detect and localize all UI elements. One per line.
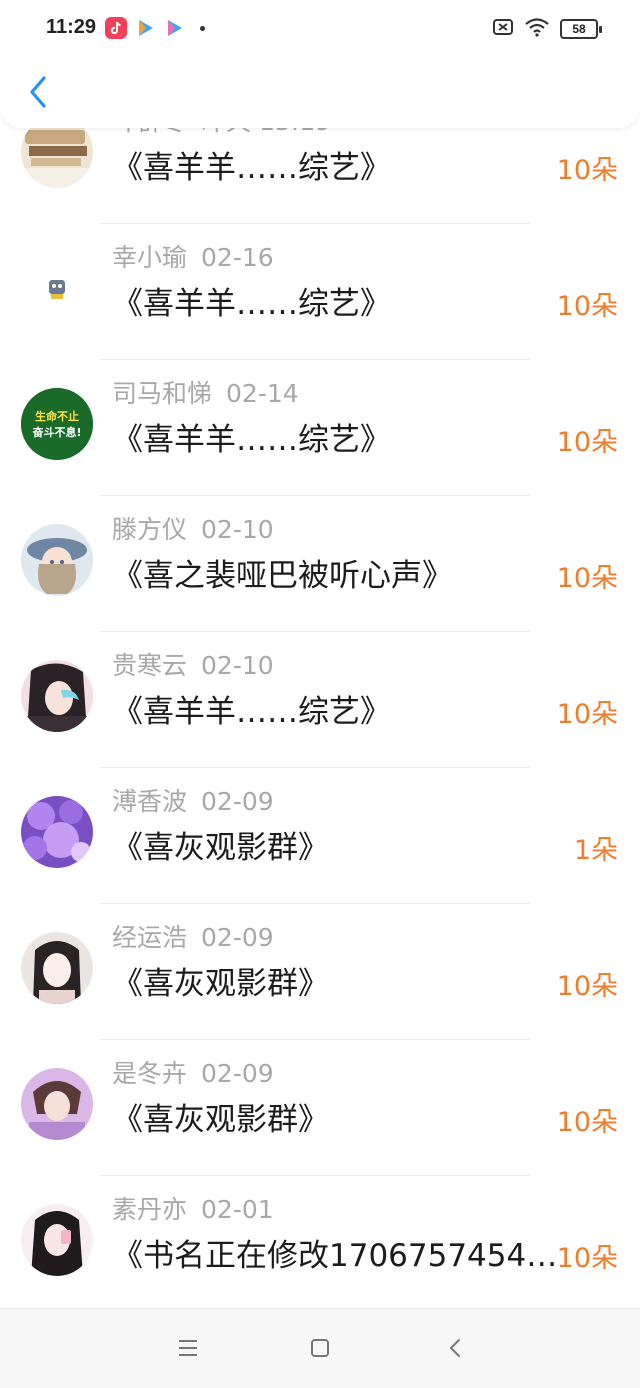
gift-amount: 10朵	[556, 1107, 618, 1138]
send-date: 02-09	[201, 923, 274, 952]
menu-icon	[177, 1339, 199, 1361]
sender-meta: 素丹亦 02-01	[112, 1190, 274, 1226]
back-icon	[447, 1337, 463, 1363]
gift-amount: 10朵	[556, 699, 618, 730]
top-header	[0, 58, 640, 128]
status-time: 11:29	[46, 16, 97, 38]
gift-amount: 10朵	[556, 155, 618, 186]
sender-meta: 叶群冬 昨天 13:19	[112, 128, 331, 138]
sender-name: 溥香波	[112, 787, 188, 816]
sender-name: 幸小瑜	[112, 243, 188, 272]
avatar-text: 奋斗不息!	[31, 425, 81, 439]
gift-amount: 10朵	[556, 563, 618, 594]
video-app-icon	[163, 17, 185, 39]
gift-amount: 10朵	[556, 971, 618, 1002]
sender-meta: 是冬卉 02-09	[112, 1054, 274, 1090]
sender-name: 叶群冬	[112, 128, 187, 136]
sender-name: 是冬卉	[112, 1059, 188, 1088]
list-item[interactable]: 经运浩 02-09 《喜灰观影群》 10朵	[0, 904, 640, 1040]
sender-meta: 幸小瑜 02-16	[112, 238, 274, 274]
battery-icon: 58	[560, 19, 602, 39]
list-item[interactable]: 生命不止 奋斗不息! 司马和悌 02-14 《喜羊羊……综艺》 10朵	[0, 360, 640, 496]
sender-meta: 司马和悌 02-14	[112, 374, 299, 410]
list-item[interactable]: 贵寒云 02-10 《喜羊羊……综艺》 10朵	[0, 632, 640, 768]
tiktok-icon	[105, 17, 127, 39]
book-title: 《喜灰观影群》	[112, 830, 329, 866]
book-title: 《喜灰观影群》	[112, 966, 329, 1002]
gift-amount: 10朵	[556, 291, 618, 322]
list-item[interactable]: 叶群冬 昨天 13:19 《喜羊羊……综艺》 10朵	[0, 128, 640, 224]
avatar	[21, 252, 93, 324]
back-button[interactable]	[18, 74, 58, 114]
list-item[interactable]: 素丹亦 02-01 《书名正在修改1706757454… 10朵	[0, 1176, 640, 1308]
avatar	[21, 1068, 93, 1140]
send-date: 昨天 13:19	[201, 128, 331, 136]
sender-meta: 贵寒云 02-10	[112, 646, 274, 682]
avatar	[21, 932, 93, 1004]
book-title: 《喜之裴哑巴被听心声》	[112, 558, 453, 594]
sender-name: 滕方仪	[112, 515, 188, 544]
sim-off-icon	[492, 18, 514, 40]
book-title: 《喜羊羊……综艺》	[112, 286, 391, 322]
home-icon	[309, 1337, 331, 1363]
avatar	[21, 1204, 93, 1276]
video-app-icon	[134, 17, 156, 39]
book-title: 《喜羊羊……综艺》	[112, 422, 391, 458]
avatar: 生命不止 奋斗不息!	[21, 388, 93, 460]
book-title: 《喜羊羊……综艺》	[112, 150, 391, 186]
avatar	[21, 524, 93, 596]
avatar-text: 生命不止	[35, 409, 79, 423]
book-title: 《书名正在修改1706757454…	[112, 1238, 558, 1274]
send-date: 02-10	[201, 515, 274, 544]
list-item[interactable]: 溥香波 02-09 《喜灰观影群》 1朵	[0, 768, 640, 904]
status-bar: 11:29 58	[0, 0, 640, 58]
avatar	[21, 796, 93, 868]
send-date: 02-09	[201, 1059, 274, 1088]
send-date: 02-10	[201, 651, 274, 680]
back-nav-button[interactable]	[440, 1335, 470, 1365]
avatar	[21, 660, 93, 732]
sender-name: 司马和悌	[112, 379, 213, 408]
list-item[interactable]: 是冬卉 02-09 《喜灰观影群》 10朵	[0, 1040, 640, 1176]
gift-amount: 1朵	[573, 835, 618, 866]
list-item[interactable]: 滕方仪 02-10 《喜之裴哑巴被听心声》 10朵	[0, 496, 640, 632]
send-date: 02-09	[201, 787, 274, 816]
system-nav-bar	[0, 1308, 640, 1388]
send-date: 02-16	[201, 243, 274, 272]
sender-name: 贵寒云	[112, 651, 188, 680]
avatar	[21, 128, 93, 188]
sender-name: 经运浩	[112, 923, 188, 952]
gift-amount: 10朵	[556, 427, 618, 458]
status-right-icons: 58	[492, 17, 602, 41]
dot-icon	[200, 26, 205, 31]
wifi-icon	[524, 17, 550, 41]
gift-amount: 10朵	[556, 1243, 618, 1274]
book-title: 《喜灰观影群》	[112, 1102, 329, 1138]
sender-meta: 溥香波 02-09	[112, 782, 274, 818]
gift-record-list[interactable]: 叶群冬 昨天 13:19 《喜羊羊……综艺》 10朵 幸小瑜 02-16 《喜羊羊……	[0, 128, 640, 1308]
send-date: 02-01	[201, 1195, 274, 1224]
menu-button[interactable]	[173, 1335, 203, 1365]
list-item[interactable]: 幸小瑜 02-16 《喜羊羊……综艺》 10朵	[0, 224, 640, 360]
book-title: 《喜羊羊……综艺》	[112, 694, 391, 730]
send-date: 02-14	[226, 379, 299, 408]
home-button[interactable]	[305, 1335, 335, 1365]
chevron-left-icon	[27, 75, 49, 113]
sender-meta: 滕方仪 02-10	[112, 510, 274, 546]
sender-name: 素丹亦	[112, 1195, 188, 1224]
sender-meta: 经运浩 02-09	[112, 918, 274, 954]
